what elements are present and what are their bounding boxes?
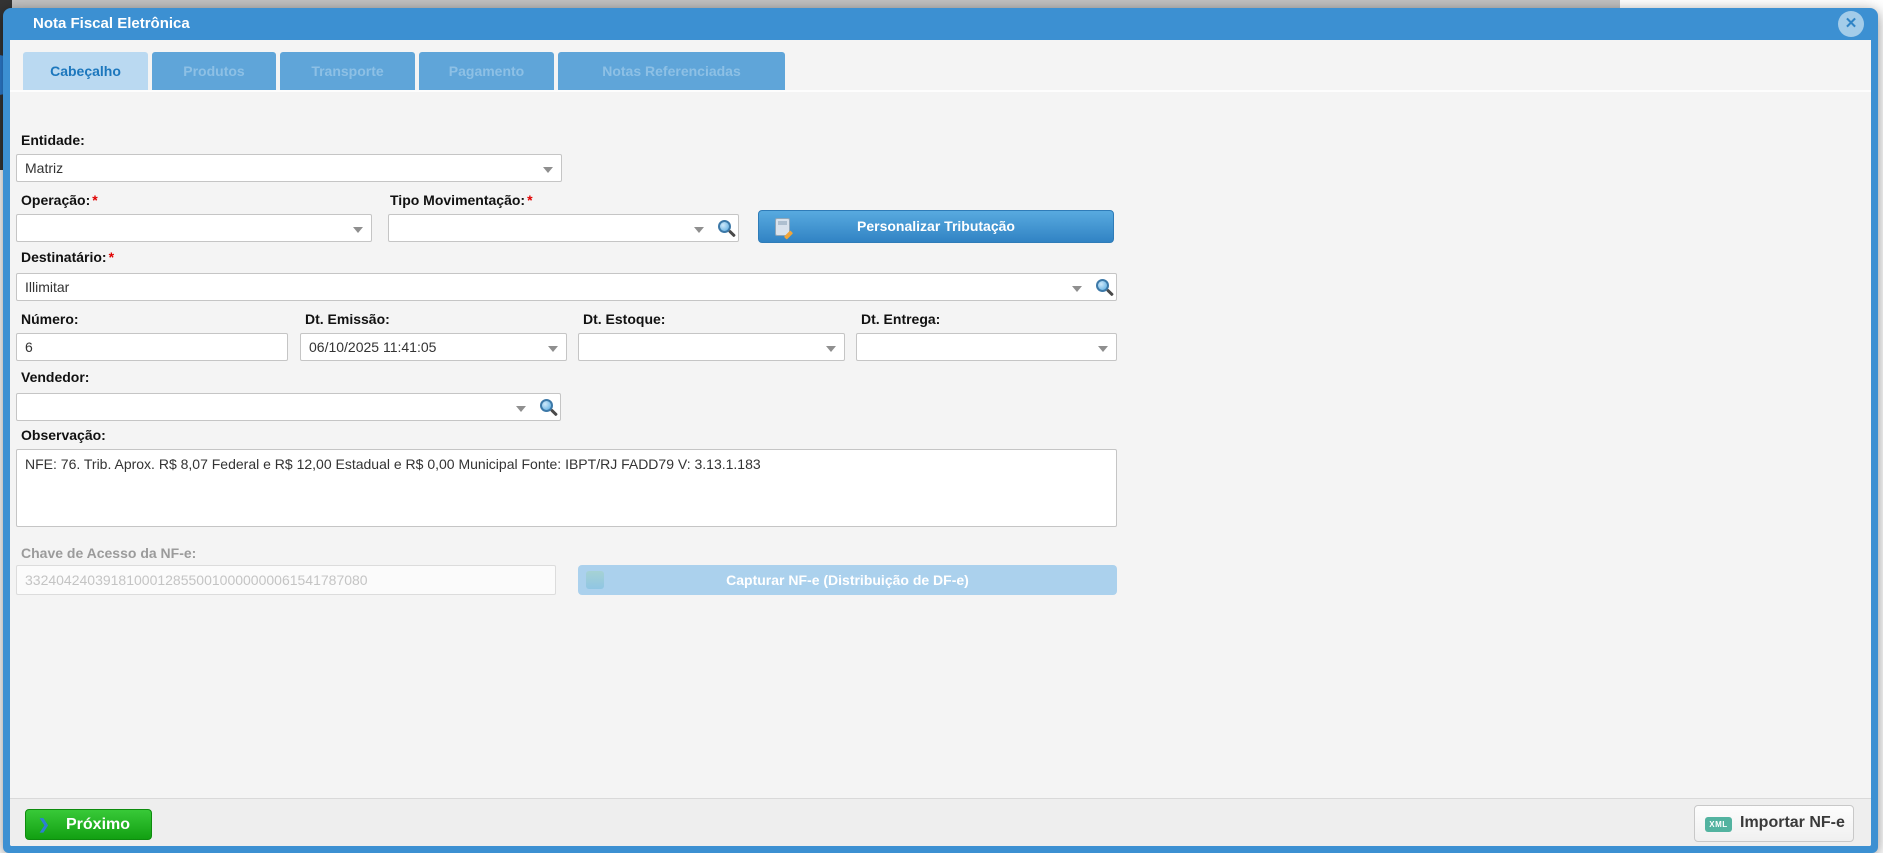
chevron-down-icon	[694, 227, 704, 233]
observacao-label: Observação:	[21, 427, 106, 443]
destinatario-value: Illimitar	[25, 279, 69, 295]
chevron-down-icon	[826, 346, 836, 352]
personalizar-tributacao-button[interactable]: Personalizar Tributação	[758, 210, 1114, 243]
search-icon[interactable]	[540, 399, 553, 412]
dt-emissao-select[interactable]: 06/10/2025 11:41:05	[300, 333, 567, 361]
numero-label: Número:	[21, 311, 79, 327]
chevron-right-icon: ❯	[38, 816, 50, 833]
dt-estoque-select[interactable]	[578, 333, 845, 361]
capturar-nfe-button: Capturar NF-e (Distribuição de DF-e)	[578, 565, 1117, 595]
destinatario-select[interactable]: Illimitar	[16, 273, 1117, 301]
close-icon[interactable]: ✕	[1838, 11, 1864, 37]
entidade-value: Matriz	[25, 160, 63, 176]
chevron-down-icon	[548, 346, 558, 352]
modal-titlebar: Nota Fiscal Eletrônica ✕	[10, 8, 1871, 40]
chevron-down-icon	[516, 406, 526, 412]
chevron-down-icon	[543, 167, 553, 173]
chave-acesso-label: Chave de Acesso da NF-e:	[21, 545, 196, 561]
tab-transporte[interactable]: Transporte	[280, 52, 415, 90]
modal-footer: ❯ Próximo XML Importar NF-e	[10, 798, 1871, 846]
dt-entrega-select[interactable]	[856, 333, 1117, 361]
search-icon[interactable]	[718, 220, 731, 233]
dt-entrega-label: Dt. Entrega:	[861, 311, 940, 327]
nfe-modal: Nota Fiscal Eletrônica ✕ Cabeçalho Produ…	[3, 8, 1878, 853]
tab-notas-referenciadas[interactable]: Notas Referenciadas	[558, 52, 785, 90]
chevron-down-icon	[1098, 346, 1108, 352]
entidade-select[interactable]: Matriz	[16, 154, 562, 182]
search-icon[interactable]	[1096, 279, 1109, 292]
calculator-icon	[775, 218, 790, 236]
observacao-textarea[interactable]: NFE: 76. Trib. Aprox. R$ 8,07 Federal e …	[16, 449, 1117, 527]
entidade-label: Entidade:	[21, 132, 85, 148]
capture-icon	[586, 571, 604, 589]
required-asterisk: *	[92, 192, 97, 208]
operacao-select[interactable]	[16, 214, 372, 242]
chevron-down-icon	[1072, 286, 1082, 292]
modal-title: Nota Fiscal Eletrônica	[33, 15, 190, 32]
tab-bar: Cabeçalho Produtos Transporte Pagamento …	[23, 52, 785, 90]
vendedor-label: Vendedor:	[21, 369, 89, 385]
xml-file-icon: XML	[1705, 817, 1732, 832]
operacao-label: Operação:*	[21, 192, 98, 208]
modal-content: Cabeçalho Produtos Transporte Pagamento …	[10, 40, 1871, 846]
proximo-button[interactable]: ❯ Próximo	[25, 809, 152, 840]
required-asterisk: *	[527, 192, 532, 208]
numero-input[interactable]	[16, 333, 288, 361]
importar-nfe-button[interactable]: XML Importar NF-e	[1694, 805, 1854, 842]
backdrop-top-strip-right	[1620, 0, 1883, 8]
tab-cabecalho[interactable]: Cabeçalho	[23, 52, 148, 90]
dt-emissao-value: 06/10/2025 11:41:05	[309, 339, 436, 355]
tab-pagamento[interactable]: Pagamento	[419, 52, 554, 90]
required-asterisk: *	[109, 249, 114, 265]
tipo-movimentacao-select[interactable]	[388, 214, 739, 242]
tipo-movimentacao-label: Tipo Movimentação:*	[390, 192, 533, 208]
destinatario-label: Destinatário:*	[21, 249, 114, 265]
backdrop-top-strip	[0, 0, 1883, 8]
dt-emissao-label: Dt. Emissão:	[305, 311, 390, 327]
chave-acesso-input	[16, 565, 556, 595]
dt-estoque-label: Dt. Estoque:	[583, 311, 665, 327]
tab-produtos[interactable]: Produtos	[152, 52, 276, 90]
vendedor-select[interactable]	[16, 393, 561, 421]
screen: Nota Fiscal Eletrônica ✕ Cabeçalho Produ…	[0, 0, 1883, 853]
chevron-down-icon	[353, 227, 363, 233]
